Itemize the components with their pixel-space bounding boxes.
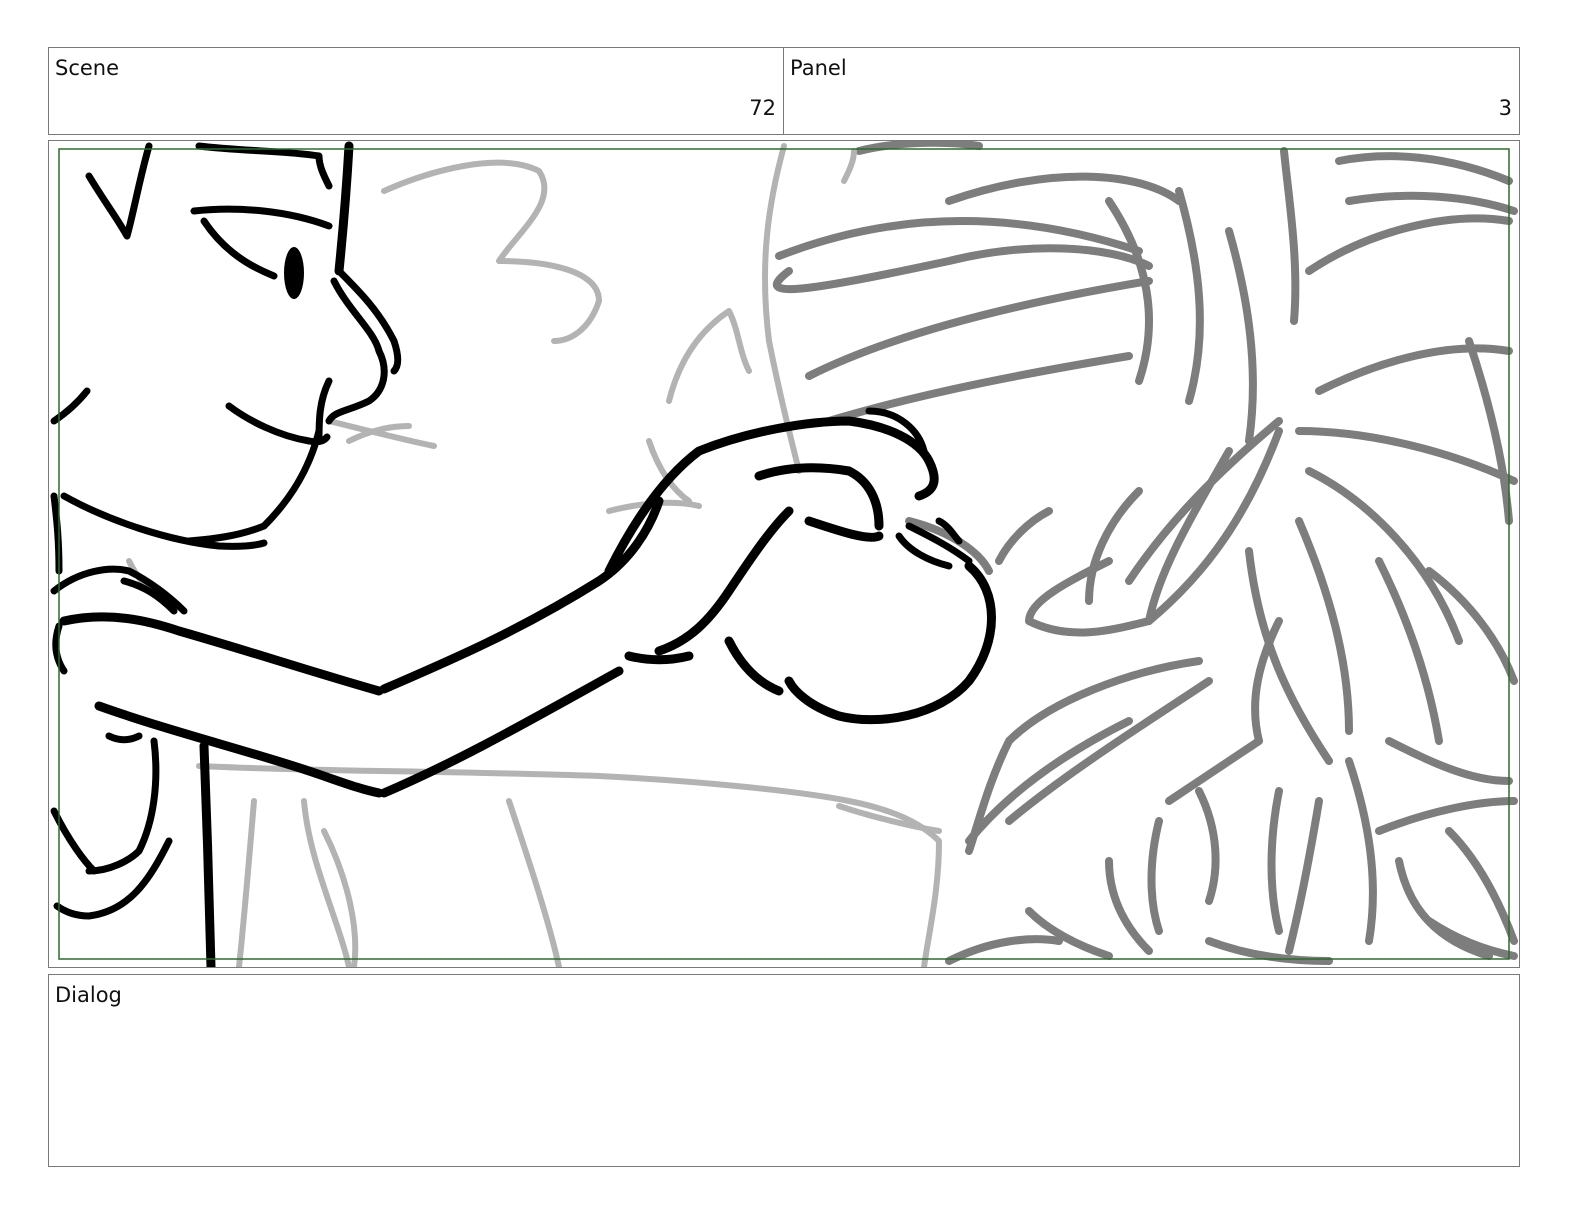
scene-label: Scene [55, 56, 120, 80]
panel-field: Panel 3 [783, 47, 1520, 135]
panel-drawing [50, 141, 1518, 967]
scene-number[interactable]: 72 [749, 98, 776, 119]
character-eye [284, 247, 304, 299]
dialog-label: Dialog [55, 983, 122, 1007]
dialog-field[interactable]: Dialog [48, 974, 1520, 1167]
foliage-sketch [772, 141, 1518, 965]
background-figure-sketch [126, 143, 942, 967]
storyboard-frame[interactable] [48, 140, 1520, 968]
scene-field: Scene 72 [48, 47, 784, 135]
panel-label: Panel [790, 56, 847, 80]
panel-number[interactable]: 3 [1499, 98, 1512, 119]
